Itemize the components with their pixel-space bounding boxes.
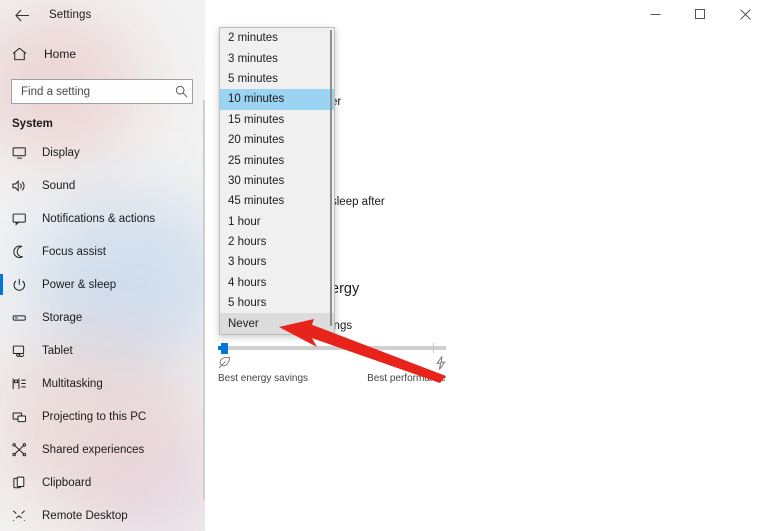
sidebar-item-label: Tablet	[42, 344, 73, 357]
dropdown-option[interactable]: 30 minutes	[220, 171, 334, 191]
dropdown-option[interactable]: 45 minutes	[220, 191, 334, 211]
navigation-sidebar: Settings Home System	[0, 0, 205, 531]
window-title: Settings	[49, 9, 92, 21]
speaker-icon	[12, 179, 34, 193]
search-input[interactable]	[21, 85, 175, 98]
dropdown-option[interactable]: 20 minutes	[220, 130, 334, 150]
close-icon	[740, 8, 751, 20]
drive-icon	[12, 311, 34, 325]
sidebar-item-list: Display Sound Notifications & actions Focus…	[0, 136, 205, 531]
power-icon	[12, 278, 34, 292]
maximize-icon	[695, 8, 705, 19]
search-box[interactable]	[11, 79, 193, 104]
bolt-icon	[436, 356, 446, 375]
sidebar-item-power-sleep[interactable]: Power & sleep	[0, 268, 205, 301]
window-controls	[633, 0, 768, 28]
slider-tick	[433, 343, 434, 353]
title-bar: Settings	[0, 0, 205, 30]
remote-icon	[12, 509, 34, 523]
sidebar-home-label: Home	[44, 47, 77, 61]
dropdown-option[interactable]: 3 minutes	[220, 48, 334, 68]
sidebar-item-tablet[interactable]: Tablet	[0, 334, 205, 367]
sidebar-item-label: Clipboard	[42, 476, 92, 489]
sidebar-group-header: System	[12, 118, 53, 130]
dropdown-option[interactable]: 25 minutes	[220, 150, 334, 170]
sidebar-item-storage[interactable]: Storage	[0, 301, 205, 334]
power-mode-slider[interactable]	[218, 343, 446, 354]
sidebar-item-multitasking[interactable]: Multitasking	[0, 367, 205, 400]
multitask-icon	[12, 377, 34, 391]
back-button[interactable]	[9, 2, 35, 28]
minimize-button[interactable]	[633, 0, 678, 28]
sidebar-item-label: Notifications & actions	[42, 212, 156, 225]
dropdown-scrollbar[interactable]	[330, 30, 332, 326]
timeout-dropdown-list[interactable]: 2 minutes 3 minutes 5 minutes 10 minutes 15 …	[219, 27, 335, 335]
power-mode-slider-area: Best energy savings Best performance	[218, 340, 446, 384]
sidebar-item-label: Focus assist	[42, 245, 106, 258]
dropdown-option[interactable]: 5 hours	[220, 293, 334, 313]
sidebar-item-label: Storage	[42, 311, 83, 324]
sidebar-item-projecting-to-this-pc[interactable]: Projecting to this PC	[0, 400, 205, 433]
sidebar-item-notifications-actions[interactable]: Notifications & actions	[0, 202, 205, 235]
slider-thumb[interactable]	[221, 343, 228, 354]
settings-window: Settings Home System	[0, 0, 768, 531]
leaf-icon	[218, 356, 231, 374]
dropdown-option[interactable]: 2 minutes	[220, 28, 334, 48]
message-icon	[12, 212, 34, 226]
back-arrow-icon	[14, 9, 29, 21]
dropdown-option[interactable]: 1 hour	[220, 212, 334, 232]
slider-right-label: Best performance	[367, 373, 446, 384]
minimize-icon	[650, 13, 661, 15]
dropdown-option[interactable]: 10 minutes	[220, 89, 334, 110]
sidebar-item-home[interactable]: Home	[0, 38, 205, 70]
tablet-icon	[12, 344, 34, 358]
energy-heading-fragment: ergy	[331, 281, 360, 297]
sidebar-item-focus-assist[interactable]: Focus assist	[0, 235, 205, 268]
sidebar-item-label: Multitasking	[42, 377, 103, 390]
close-button[interactable]	[723, 0, 768, 28]
moon-icon	[12, 245, 34, 259]
dropdown-option[interactable]: 15 minutes	[220, 110, 334, 130]
share-icon	[12, 442, 34, 457]
sidebar-item-display[interactable]: Display	[0, 136, 205, 169]
sidebar-scrollbar[interactable]	[203, 100, 205, 500]
monitor-icon	[12, 146, 34, 160]
sidebar-item-label: Power & sleep	[42, 278, 117, 291]
dropdown-option[interactable]: Never	[220, 313, 334, 334]
sidebar-item-sound[interactable]: Sound	[0, 169, 205, 202]
slider-left-label: Best energy savings	[218, 373, 309, 384]
sidebar-item-label: Sound	[42, 179, 76, 192]
dropdown-option[interactable]: 4 hours	[220, 273, 334, 293]
sidebar-item-shared-experiences[interactable]: Shared experiences	[0, 433, 205, 466]
search-icon	[175, 85, 188, 98]
maximize-button[interactable]	[678, 0, 723, 28]
home-icon	[12, 47, 36, 61]
dropdown-options: 2 minutes 3 minutes 5 minutes 10 minutes 15 …	[220, 28, 334, 334]
sidebar-item-remote-desktop[interactable]: Remote Desktop	[0, 499, 205, 531]
sleep-timeout-text-fragment: sleep after	[331, 196, 385, 208]
sidebar-item-label: Projecting to this PC	[42, 410, 147, 423]
dropdown-option[interactable]: 2 hours	[220, 232, 334, 252]
sidebar-item-clipboard[interactable]: Clipboard	[0, 466, 205, 499]
project-icon	[12, 410, 34, 424]
sidebar-item-label: Shared experiences	[42, 443, 145, 456]
clipboard-icon	[12, 476, 34, 490]
sidebar-item-label: Display	[42, 146, 80, 159]
dropdown-option[interactable]: 5 minutes	[220, 69, 334, 89]
sidebar-item-label: Remote Desktop	[42, 509, 128, 522]
dropdown-option[interactable]: 3 hours	[220, 252, 334, 272]
